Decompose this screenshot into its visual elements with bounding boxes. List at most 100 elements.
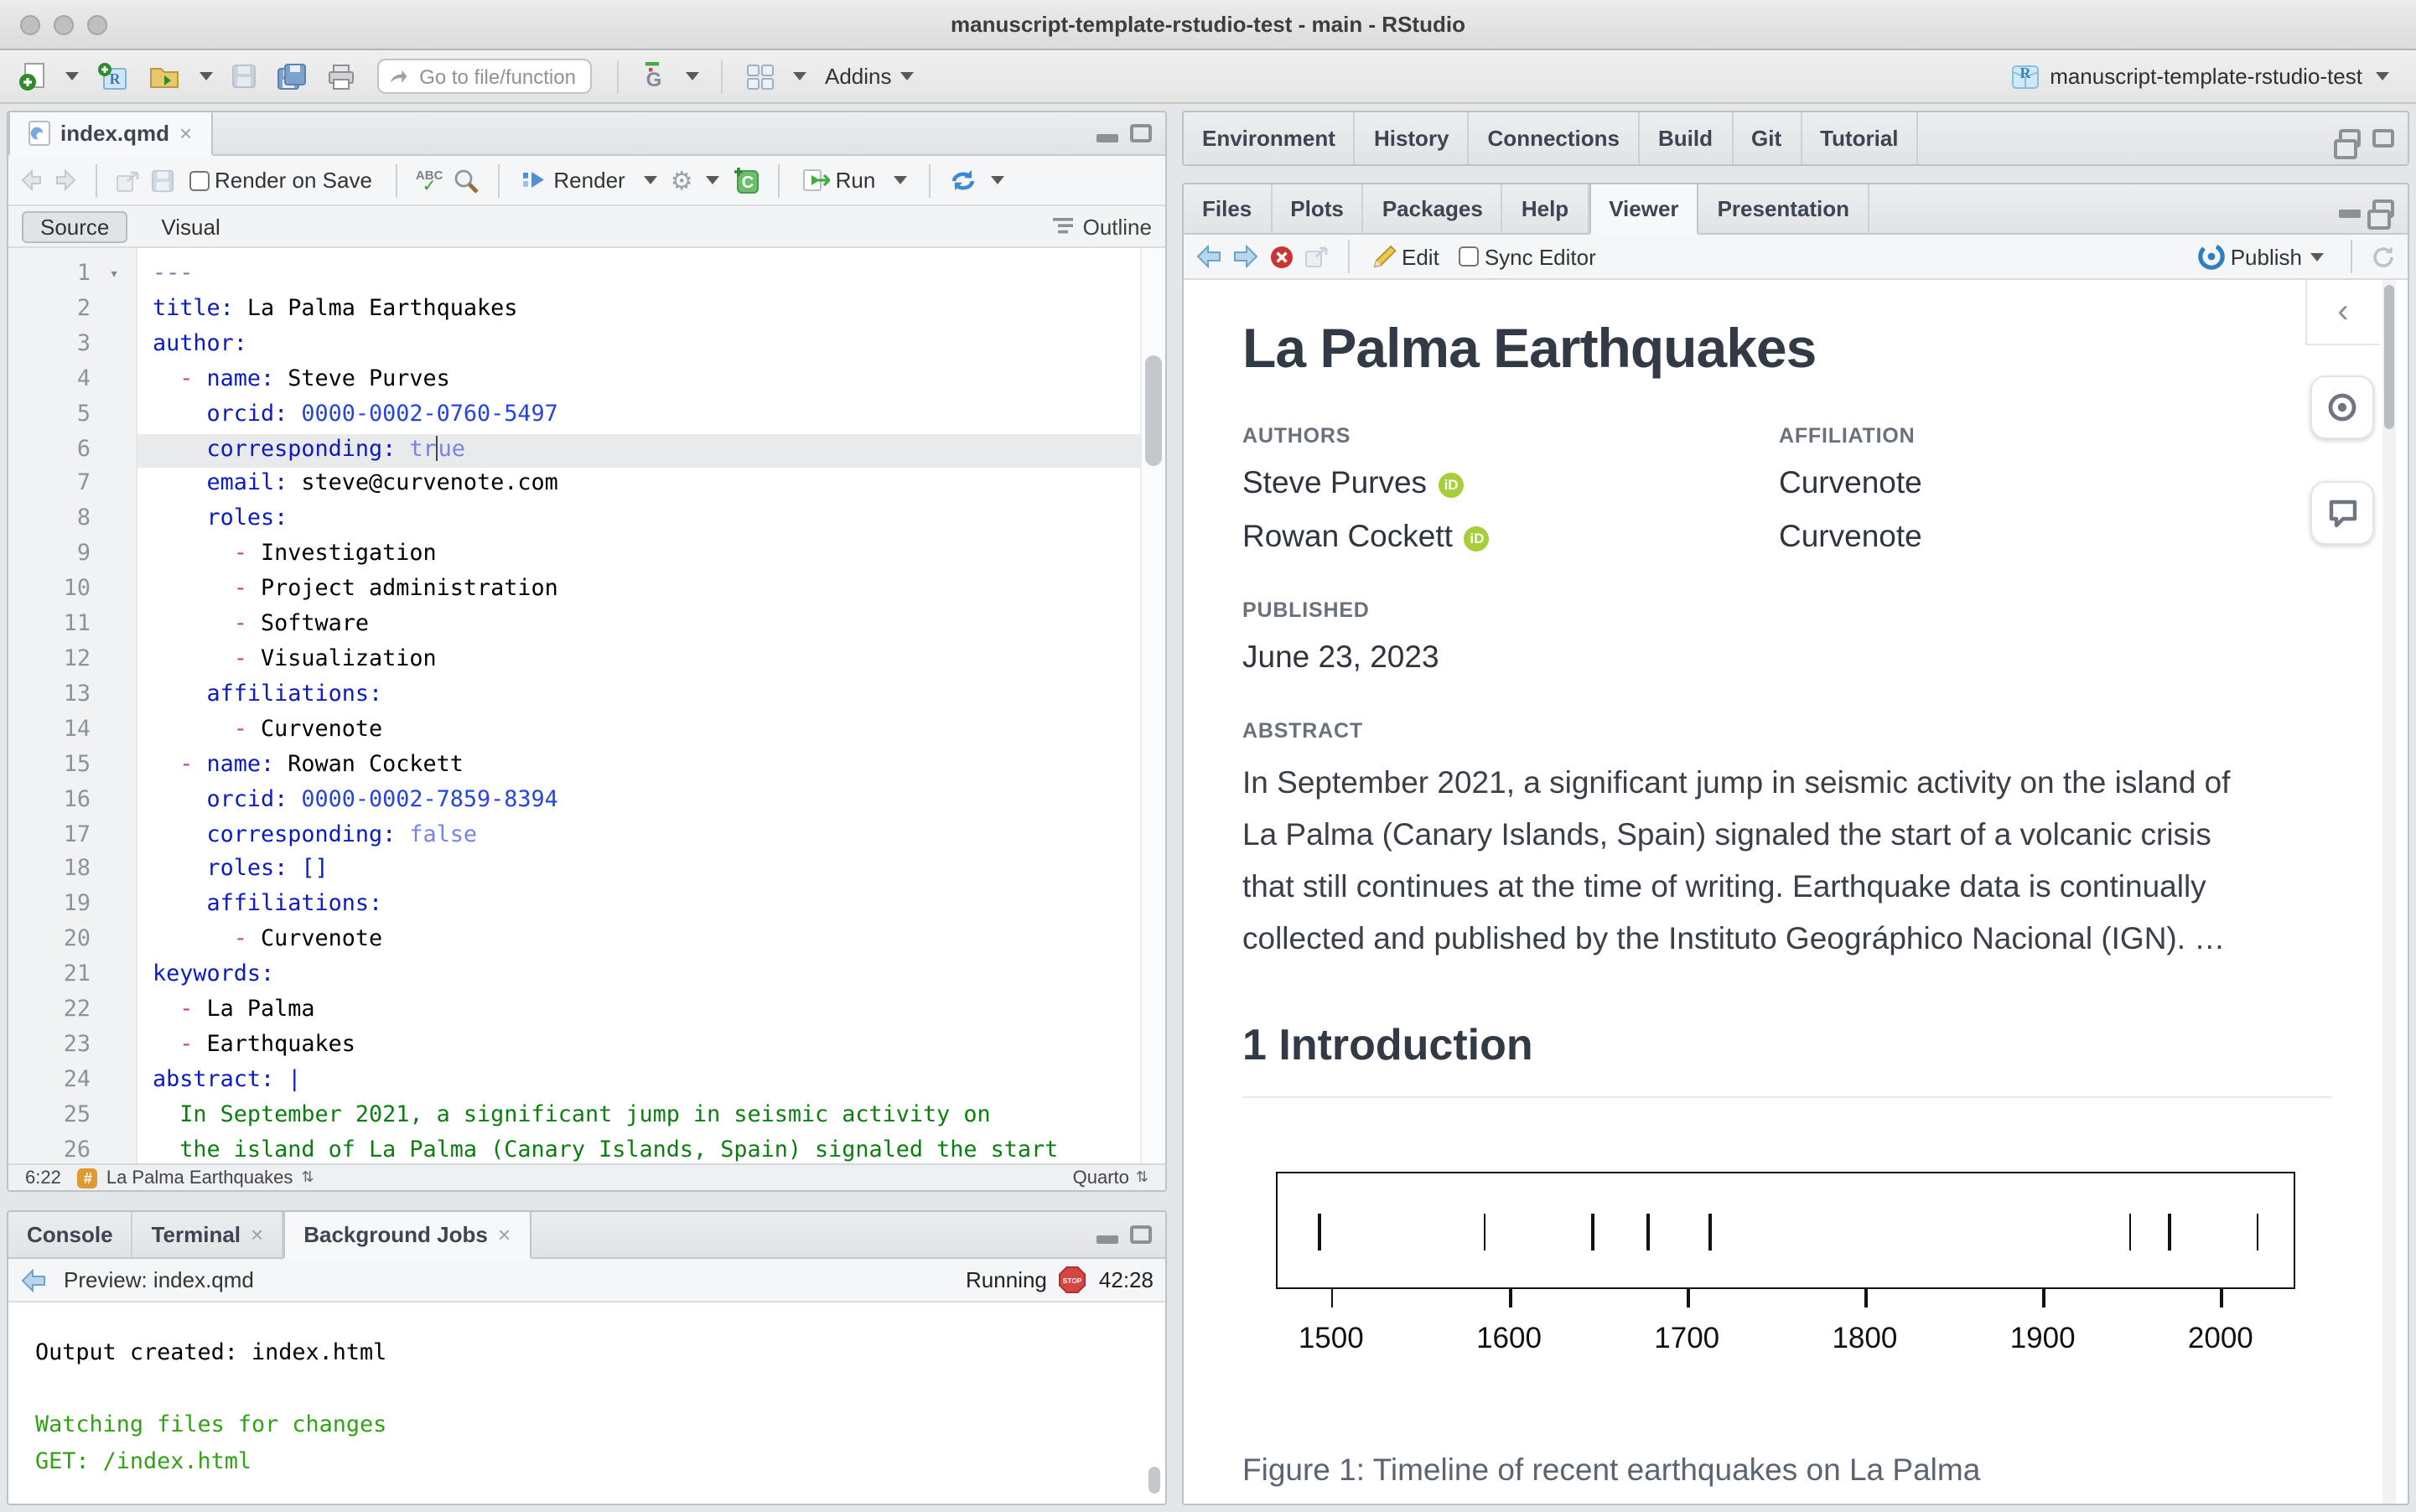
tab-help[interactable]: Help <box>1503 184 1589 233</box>
settings-caret[interactable] <box>706 176 720 184</box>
code-line[interactable]: 12 - Visualization <box>8 644 1140 679</box>
tab-terminal[interactable]: Terminal <box>133 1212 284 1257</box>
tab-build[interactable]: Build <box>1640 112 1733 164</box>
back-icon[interactable] <box>20 1268 47 1292</box>
run-button[interactable]: Run <box>799 164 881 196</box>
tab-console[interactable]: Console <box>8 1212 133 1257</box>
source-toggle[interactable]: Source <box>22 210 128 242</box>
minimize-pane-icon[interactable] <box>1097 124 1118 142</box>
save-button[interactable] <box>226 60 262 92</box>
chunk-navigator[interactable]: # La Palma Earthquakes <box>77 1168 314 1188</box>
save-all-button[interactable] <box>272 60 312 93</box>
tab-background-jobs[interactable]: Background Jobs <box>283 1212 531 1259</box>
pane-layout-caret[interactable] <box>793 72 806 80</box>
source-rerun-caret[interactable] <box>991 176 1005 184</box>
outline-button[interactable]: Outline <box>1052 214 1152 239</box>
code-line[interactable]: 3 author: <box>8 329 1140 364</box>
project-menu-button[interactable]: R manuscript-template-rstudio-test <box>1999 59 2403 94</box>
publish-button[interactable]: Publish <box>2194 240 2332 273</box>
tab-viewer[interactable]: Viewer <box>1589 184 1699 235</box>
close-tab-icon[interactable] <box>179 121 192 146</box>
version-control-caret[interactable] <box>686 72 699 80</box>
goto-file-input[interactable] <box>416 63 580 90</box>
save-icon[interactable] <box>151 168 174 192</box>
minimize-pane-icon[interactable] <box>2339 199 2361 218</box>
restore-pane-icon[interactable] <box>2367 199 2394 230</box>
document-format-button[interactable]: Quarto <box>1073 1168 1148 1188</box>
editor-scrollbar[interactable] <box>1140 248 1165 1163</box>
pane-layout-button[interactable] <box>741 60 780 93</box>
code-line[interactable]: 14 - Curvenote <box>8 714 1140 749</box>
code-line[interactable]: 23 - Earthquakes <box>8 1029 1140 1064</box>
open-in-window-icon[interactable] <box>116 168 141 192</box>
tab-plots[interactable]: Plots <box>1272 184 1364 233</box>
visual-toggle[interactable]: Visual <box>144 212 236 241</box>
code-line[interactable]: 6 corresponding: tr ue <box>8 433 1140 469</box>
edit-button[interactable]: Edit <box>1368 241 1444 272</box>
collapse-panel-button[interactable]: ‹ <box>2305 280 2379 345</box>
minimize-pane-icon[interactable] <box>1097 1225 1118 1244</box>
fold-arrow-icon[interactable] <box>91 258 137 293</box>
code-line[interactable]: 25 In September 2021, a significant jump… <box>8 1100 1140 1135</box>
settings-gear-icon[interactable]: ⚙ <box>671 165 693 195</box>
console-output[interactable]: Output created: index.html Watching file… <box>8 1302 1165 1504</box>
source-rerun-icon[interactable] <box>949 168 977 193</box>
maximize-pane-icon[interactable] <box>1130 124 1152 142</box>
version-control-button[interactable]: G <box>637 59 672 94</box>
goto-file-search[interactable] <box>377 59 592 94</box>
tab-tutorial[interactable]: Tutorial <box>1802 112 1919 164</box>
reader-view-button[interactable] <box>2310 375 2374 439</box>
code-line[interactable]: 2 title: La Palma Earthquakes <box>8 293 1140 329</box>
code-line[interactable]: 7 email: steve@curvenote.com <box>8 469 1140 504</box>
tab-git[interactable]: Git <box>1733 112 1802 164</box>
annotation-button[interactable] <box>2310 481 2374 545</box>
render-button[interactable]: Render <box>518 164 630 196</box>
code-line[interactable]: 15 - name: Rowan Cockett <box>8 748 1140 784</box>
code-line[interactable]: 24 abstract: | <box>8 1064 1140 1100</box>
tab-environment[interactable]: Environment <box>1184 112 1356 164</box>
new-file-button[interactable] <box>13 58 52 95</box>
addins-button[interactable]: Addins <box>820 60 922 92</box>
tab-connections[interactable]: Connections <box>1470 112 1640 164</box>
orcid-icon[interactable]: iD <box>1464 526 1490 551</box>
sync-editor-control[interactable]: Sync Editor <box>1454 241 1601 272</box>
render-on-save-checkbox[interactable] <box>189 170 210 190</box>
insert-chunk-button[interactable]: C <box>734 166 760 194</box>
editor-scrollbar-thumb[interactable] <box>1145 355 1162 466</box>
sync-editor-checkbox[interactable] <box>1459 246 1480 267</box>
code-line[interactable]: 16 orcid: 0000-0002-7859-8394 <box>8 784 1140 819</box>
stop-job-icon[interactable]: STOP <box>1059 1266 1087 1294</box>
code-line[interactable]: 20 - Curvenote <box>8 924 1140 959</box>
spellcheck-button[interactable]: ABC ✓ <box>416 168 443 195</box>
code-line[interactable]: 4 - name: Steve Purves <box>8 363 1140 398</box>
code-line[interactable]: 1 --- <box>8 258 1140 293</box>
code-line[interactable]: 10 - Project administration <box>8 573 1140 608</box>
open-file-button[interactable] <box>144 60 186 93</box>
code-line[interactable]: 8 roles: <box>8 504 1140 539</box>
open-in-browser-icon[interactable] <box>1304 245 1330 268</box>
code-line[interactable]: 26 the island of La Palma (Canary Island… <box>8 1134 1140 1163</box>
tab-files[interactable]: Files <box>1184 184 1273 233</box>
code-line[interactable]: 13 affiliations: <box>8 679 1140 714</box>
tab-history[interactable]: History <box>1356 112 1470 164</box>
maximize-pane-icon[interactable] <box>1130 1225 1152 1244</box>
restore-pane-icon[interactable] <box>2334 129 2361 159</box>
search-icon[interactable] <box>453 167 480 194</box>
close-tab-icon[interactable] <box>498 1222 511 1247</box>
print-button[interactable] <box>322 60 360 93</box>
viewer-scrollbar-thumb[interactable] <box>2384 285 2394 429</box>
forward-icon[interactable] <box>54 169 77 191</box>
new-file-caret[interactable] <box>65 72 79 80</box>
new-project-button[interactable]: R <box>92 58 134 95</box>
code-line[interactable]: 21 keywords: <box>8 959 1140 994</box>
refresh-icon[interactable] <box>2371 244 2396 269</box>
render-caret[interactable] <box>643 176 657 184</box>
tab-index-qmd[interactable]: index.qmd <box>8 112 213 156</box>
code-line[interactable]: 18 roles: [] <box>8 854 1140 889</box>
code-line[interactable]: 19 affiliations: <box>8 889 1140 924</box>
code-line[interactable]: 5 orcid: 0000-0002-0760-5497 <box>8 398 1140 433</box>
run-caret[interactable] <box>894 176 908 184</box>
viewer-back-icon[interactable] <box>1195 245 1222 268</box>
maximize-pane-icon[interactable] <box>2372 129 2394 148</box>
code-line[interactable]: 17 corresponding: false <box>8 819 1140 854</box>
